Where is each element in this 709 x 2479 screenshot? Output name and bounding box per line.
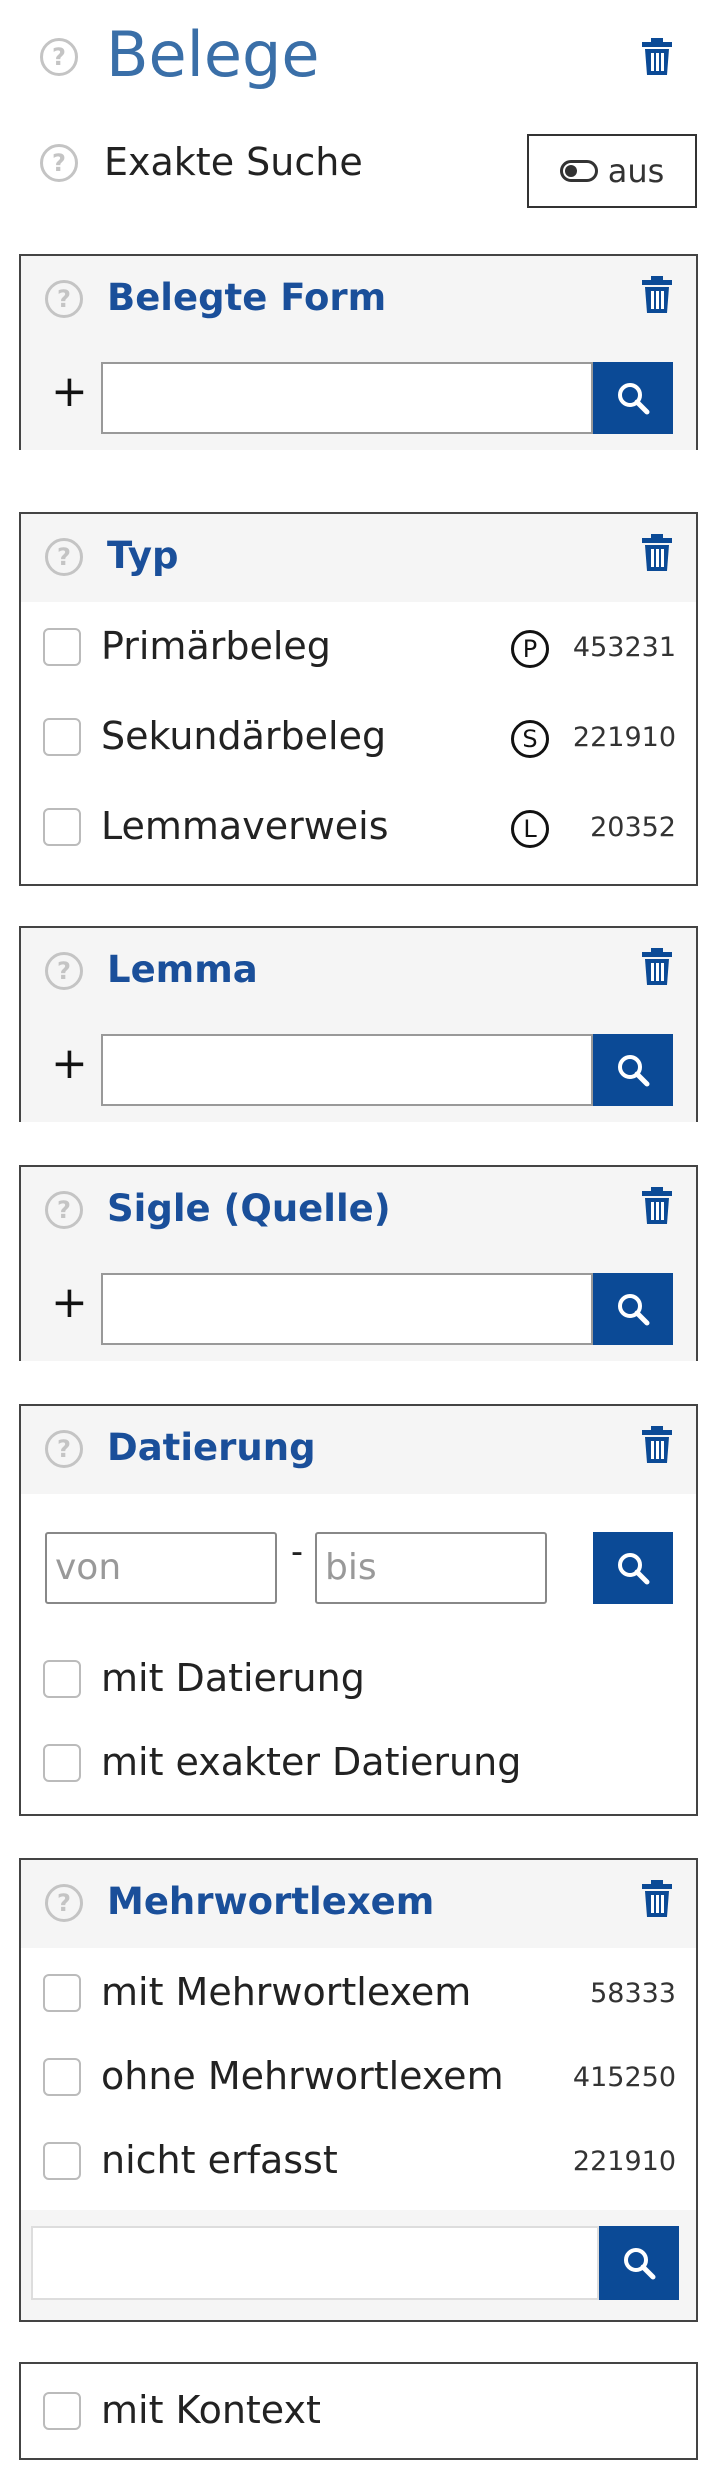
checkbox-sekundaerbeleg[interactable] [43,718,81,756]
page-title: Belege [106,18,320,91]
add-button[interactable]: + [51,1277,88,1328]
checkbox-nicht-erfasst[interactable] [43,2142,81,2180]
option-count: 453231 [572,632,676,663]
panel-header: ? Belegte Form [21,256,696,344]
trash-icon[interactable] [640,276,674,314]
date-from-input[interactable]: von [45,1532,277,1604]
panel-title: Typ [107,534,179,577]
help-icon[interactable]: ? [40,144,78,182]
checkbox-primaerbeleg[interactable] [43,628,81,666]
panel-title: Sigle (Quelle) [107,1187,391,1230]
search-row: + [21,1016,696,1122]
add-button[interactable]: + [51,1038,88,1089]
panel-header: ? Datierung [21,1406,696,1494]
toggle-state-label: aus [607,152,665,190]
search-button[interactable] [593,1532,673,1604]
sigle-panel: ? Sigle (Quelle) + [19,1165,698,1361]
search-row: + [21,1255,696,1361]
primaerbeleg-badge-icon: P [511,630,549,668]
panel-title: Lemma [107,948,258,991]
search-row [21,2210,696,2320]
search-button[interactable] [599,2226,679,2300]
checkbox-mit-kontext[interactable] [43,2392,81,2430]
option-label: Sekundärbeleg [101,714,387,758]
mehrwortlexem-panel: ? Mehrwortlexem mit Mehrwortlexem 58333 … [19,1858,698,2322]
trash-icon[interactable] [640,948,674,986]
panel-header: ? Typ [21,514,696,602]
search-button[interactable] [593,1034,673,1106]
panel-title: Mehrwortlexem [107,1880,435,1923]
mehrwortlexem-input[interactable] [31,2226,599,2300]
kontext-panel: mit Kontext [19,2362,698,2460]
panel-header: ? Lemma [21,928,696,1016]
help-icon[interactable]: ? [45,1191,83,1229]
lemma-input[interactable] [101,1034,593,1106]
search-icon [618,1553,650,1585]
panel-title: Datierung [107,1426,316,1469]
checkbox-ohne-mehrwortlexem[interactable] [43,2058,81,2096]
option-label: mit Datierung [101,1656,365,1700]
checkbox-mit-exakter-datierung[interactable] [43,1744,81,1782]
belegte-form-panel: ? Belegte Form + [19,254,698,450]
option-label: mit Mehrwortlexem [101,1970,472,2014]
option-label: mit exakter Datierung [101,1740,522,1784]
option-label: nicht erfasst [101,2138,338,2182]
search-row: + [21,344,696,450]
search-icon [618,383,650,415]
typ-panel: ? Typ Primärbeleg P 453231 Sekundärbeleg… [19,512,698,886]
panel-header: ? Sigle (Quelle) [21,1167,696,1255]
option-label: mit Kontext [101,2388,321,2432]
datierung-panel: ? Datierung von - bis mit Datierung mit … [19,1404,698,1816]
option-count: 20352 [590,812,676,843]
toggle-icon [559,160,598,182]
date-to-input[interactable]: bis [315,1532,547,1604]
sekundaerbeleg-badge-icon: S [511,720,549,758]
exact-search-label: Exakte Suche [104,140,363,184]
option-count: 58333 [590,1978,676,2009]
search-button[interactable] [593,1273,673,1345]
lemma-panel: ? Lemma + [19,926,698,1122]
trash-icon[interactable] [640,1426,674,1464]
lemmaverweis-badge-icon: L [511,810,549,848]
option-count: 221910 [572,722,676,753]
option-count: 221910 [572,2146,676,2177]
date-separator: - [291,1530,303,1571]
search-icon [618,1294,650,1326]
help-icon[interactable]: ? [45,952,83,990]
sigle-input[interactable] [101,1273,593,1345]
help-icon[interactable]: ? [45,280,83,318]
trash-icon[interactable] [640,1880,674,1918]
panel-title: Belegte Form [107,276,387,319]
option-label: Primärbeleg [101,624,331,668]
checkbox-lemmaverweis[interactable] [43,808,81,846]
panel-header: ? Mehrwortlexem [21,1860,696,1948]
help-icon[interactable]: ? [45,538,83,576]
belegte-form-input[interactable] [101,362,593,434]
exact-search-toggle[interactable]: aus [527,134,697,208]
search-icon [618,1055,650,1087]
add-button[interactable]: + [51,366,88,417]
search-button[interactable] [593,362,673,434]
help-icon[interactable]: ? [45,1884,83,1922]
option-label: Lemmaverweis [101,804,389,848]
checkbox-mit-datierung[interactable] [43,1660,81,1698]
help-icon[interactable]: ? [45,1430,83,1468]
option-label: ohne Mehrwortlexem [101,2054,504,2098]
option-count: 415250 [572,2062,676,2093]
trash-icon[interactable] [640,534,674,572]
help-icon[interactable]: ? [40,38,78,76]
checkbox-mit-mehrwortlexem[interactable] [43,1974,81,2012]
search-icon [624,2248,656,2280]
trash-icon[interactable] [640,1187,674,1225]
trash-icon[interactable] [640,38,674,76]
